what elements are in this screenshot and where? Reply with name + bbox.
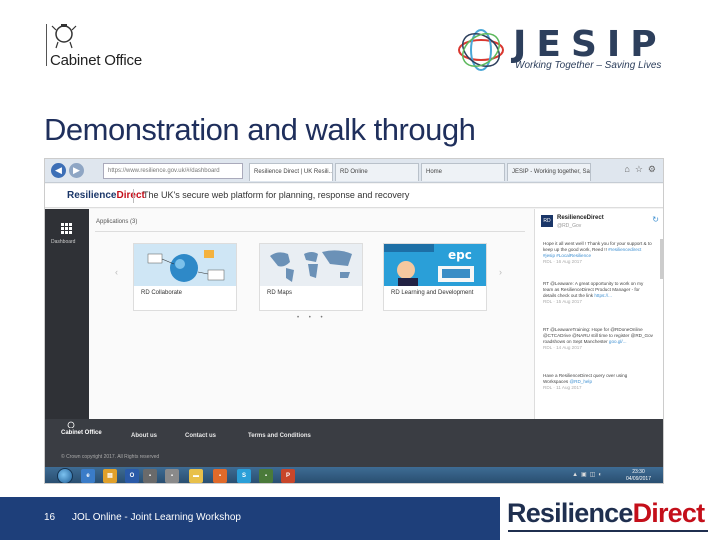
crest-icon [67, 421, 75, 428]
copyright: © Crown copyright 2017. All Rights reser… [61, 454, 160, 460]
footer-link-about[interactable]: About us [131, 433, 157, 439]
divider [95, 231, 525, 232]
clock-time: 23:30 [632, 469, 645, 475]
brand-right: Direct [632, 498, 706, 528]
clock-date: 04/09/2017 [625, 476, 651, 482]
footer-text: JOL Online - Joint Learning Workshop [72, 512, 241, 523]
app-card-collaborate[interactable]: RD Collaborate [133, 243, 237, 311]
rd-logo-right: Direct [116, 190, 145, 201]
explorer-icon[interactable]: ▤ [103, 469, 117, 483]
logo-underline [508, 530, 708, 532]
rd-logo-left: Resilience [67, 190, 117, 201]
address-bar[interactable]: https://www.resilience.gov.uk/#/dashboar… [103, 163, 243, 179]
app-card-label: RD Maps [267, 290, 293, 296]
browser-tab[interactable]: JESIP - Working together, Savi... [507, 163, 591, 181]
tweet-meta: RDL · 16 Aug 2017 [543, 259, 582, 264]
browser-tab[interactable]: Resilience Direct | UK Resili... [249, 163, 333, 181]
apps-grid-icon[interactable] [61, 223, 72, 234]
twitter-name[interactable]: ResilienceDirect [557, 215, 604, 221]
cabinet-office-text: Cabinet Office [50, 52, 142, 69]
system-tray-icons[interactable]: ▲▣◫◐ [572, 471, 605, 478]
site-footer: Cabinet Office About us Contact us Terms… [45, 419, 663, 467]
taskbar-clock[interactable]: 23:30 04/09/2017 [626, 469, 651, 483]
svg-text:epc: epc [448, 248, 472, 262]
scrollbar[interactable] [660, 239, 663, 279]
twitter-feed: RD ResilienceDirect @RD_Gov ↻ Hope it al… [534, 209, 663, 419]
tweet-link[interactable]: goo.gl/... [609, 339, 627, 344]
tweet: RT @LeawareTraining: Hope for @RDoneOnli… [543, 327, 653, 351]
footer-logo[interactable]: Cabinet Office [61, 430, 102, 436]
twitter-handle[interactable]: @RD_Gov [557, 223, 581, 229]
carousel-pager[interactable]: • • • [297, 315, 327, 321]
tweet-meta: RDL · 15 Aug 2017 [543, 299, 582, 304]
rd-site-header: ResilienceDirect The UK's secure web pla… [45, 184, 663, 208]
collaborate-image [134, 244, 236, 286]
browser-screenshot: ◀ ▶ https://www.resilience.gov.uk/#/dash… [44, 158, 664, 484]
page-number: 16 [44, 512, 56, 523]
back-button[interactable]: ◀ [51, 163, 66, 178]
app-card-learning[interactable]: epc RD Learning and Development [383, 243, 487, 311]
jesip-logo: JESIP Working Together – Saving Lives [455, 26, 685, 76]
tweet-text: RT @LeawareTraining: Hope for @RDoneOnli… [543, 327, 653, 344]
dashboard-sidebar: Dashboard [45, 209, 89, 419]
tweet-meta: RDL · 14 Aug 2017 [543, 345, 582, 350]
start-button[interactable] [57, 468, 73, 483]
app-icon[interactable]: ▪ [165, 469, 179, 483]
tweet: Hope it all went well ! Thank you for yo… [543, 241, 653, 265]
browser-tab-bar: ◀ ▶ https://www.resilience.gov.uk/#/dash… [45, 159, 663, 183]
tweet-link[interactable]: https://... [594, 293, 612, 298]
powerpoint-icon[interactable]: P [281, 469, 295, 483]
royal-crest-icon [51, 24, 77, 49]
refresh-icon[interactable]: ↻ [652, 215, 659, 224]
rd-site-tagline: The UK's secure web platform for plannin… [143, 190, 410, 200]
world-map-image [260, 244, 362, 286]
twitter-header: RD ResilienceDirect @RD_Gov ↻ [541, 215, 661, 235]
browser-toolbar-icons[interactable]: ⌂☆⚙ [624, 164, 661, 175]
tweet: RT @Leaware: A great opportunity to work… [543, 281, 653, 305]
app-card-label: RD Learning and Development [391, 290, 474, 296]
carousel-next-icon[interactable]: › [499, 267, 502, 277]
slide: Cabinet Office JESIP Working Together – … [0, 0, 720, 540]
forward-button[interactable]: ▶ [69, 163, 84, 178]
resilience-direct-logo: ResilienceDirect [507, 498, 706, 529]
jesip-wordmark: JESIP [513, 24, 667, 65]
learning-image: epc [384, 244, 486, 286]
app-icon[interactable]: ▪ [213, 469, 227, 483]
browser-tab[interactable]: Home [421, 163, 505, 181]
footer-link-contact[interactable]: Contact us [185, 433, 216, 439]
ie-icon[interactable]: e [81, 469, 95, 483]
tweet: Have a ResilienceDirect query over using… [543, 373, 653, 391]
tweet-link[interactable]: @RD_help [569, 379, 592, 384]
app-card-label: RD Collaborate [141, 290, 183, 296]
windows-taskbar: e ▤ O ▪ ▪ ▬ ▪ S ▪ P ▲▣◫◐ 23:30 04/09/201… [45, 467, 663, 483]
folder-icon[interactable]: ▬ [189, 469, 203, 483]
slide-title: Demonstration and walk through [44, 112, 476, 147]
dashboard-label[interactable]: Dashboard [51, 239, 75, 245]
jesip-globe-icon [458, 29, 504, 71]
browser-tab[interactable]: RD Online [335, 163, 419, 181]
jesip-tagline: Working Together – Saving Lives [515, 60, 662, 71]
carousel-prev-icon[interactable]: ‹ [115, 267, 118, 277]
avatar[interactable]: RD [541, 215, 553, 227]
applications-title: Applications (3) [96, 219, 138, 225]
footer-link-terms[interactable]: Terms and Conditions [248, 433, 311, 439]
app-card-maps[interactable]: RD Maps [259, 243, 363, 311]
tweet-meta: RDL · 11 Aug 2017 [543, 385, 582, 390]
skype-icon[interactable]: S [237, 469, 251, 483]
app-icon[interactable]: ▪ [143, 469, 157, 483]
cabinet-office-logo: Cabinet Office [44, 22, 164, 69]
brand-left: Resilience [507, 498, 633, 528]
app-icon[interactable]: ▪ [259, 469, 273, 483]
header-divider [133, 189, 134, 203]
footer-band: 16 JOL Online - Joint Learning Workshop [0, 497, 500, 540]
applications-panel: Applications (3) ‹ › RD Collaborate RD M… [89, 209, 534, 419]
outlook-icon[interactable]: O [125, 469, 139, 483]
